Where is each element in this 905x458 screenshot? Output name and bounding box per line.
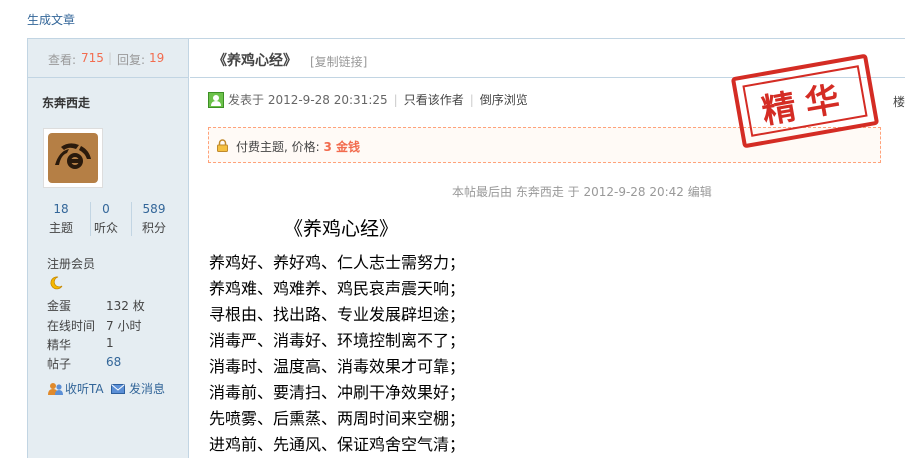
avatar[interactable]	[43, 128, 103, 188]
lock-icon	[217, 139, 228, 152]
stat-listeners-label: 听众	[93, 221, 118, 235]
digest-stamp-text: 精华	[742, 65, 868, 137]
stat-points-label: 积分	[141, 221, 166, 235]
stat-points-value: 589	[142, 202, 166, 216]
author-name[interactable]: 东奔西走	[42, 94, 90, 111]
profile-key: 精华	[47, 338, 72, 352]
edit-notice: 本帖最后由 东奔西走 于 2012-9-28 20:42 编辑	[452, 185, 712, 199]
content-line: 养鸡难、鸡难养、鸡民哀声震天响；	[209, 279, 466, 298]
post-meta: 发表于 2012-9-28 20:31:25 | 只看该作者 | 倒序浏览	[208, 91, 528, 108]
user-group[interactable]: 注册会员	[47, 255, 95, 272]
stat-topics[interactable]: 18 主题	[41, 202, 81, 236]
paid-topic-label: 付费主题, 价格:	[236, 140, 320, 154]
stat-listeners-value: 0	[102, 202, 110, 216]
reverse-order-link[interactable]: 倒序浏览	[480, 91, 528, 108]
generate-article-link[interactable]: 生成文章	[27, 11, 75, 28]
replies-count: 19	[149, 51, 165, 65]
posted-time: 发表于 2012-9-28 20:31:25	[228, 93, 388, 107]
profile-value: 132 枚	[106, 299, 145, 313]
users-icon	[48, 382, 63, 395]
envelope-icon	[111, 383, 125, 394]
content-line: 先喷雾、后熏蒸、两周时间来空棚；	[209, 409, 466, 428]
content-line: 消毒前、要清扫、冲刷干净效果好；	[209, 383, 466, 402]
paid-topic-text: 付费主题, 价格: 3 金钱	[236, 138, 360, 155]
replies-label: 回复:	[117, 53, 146, 67]
content-line: 消毒时、温度高、消毒效果才可靠；	[209, 357, 466, 376]
content-line: 养鸡好、养好鸡、仁人志士需努力；	[209, 253, 466, 272]
views-count: 715	[81, 51, 104, 65]
meta-divider: |	[393, 92, 398, 107]
send-message-button[interactable]: 发消息	[111, 380, 165, 397]
floor-label: 楼	[893, 95, 905, 109]
follow-button[interactable]: 收听TA	[47, 380, 104, 397]
follow-label: 收听TA	[65, 382, 104, 396]
content-line: 进鸡前、先通风、保证鸡舍空气清；	[209, 435, 466, 454]
profile-key: 在线时间	[47, 319, 96, 333]
author-sidebar: 查看: 715 | 回复: 19 东奔西走 18 主题 0 听众 589 积分 …	[28, 39, 189, 458]
stat-points[interactable]: 589 积分	[134, 202, 174, 236]
thread-stats: 查看: 715 | 回复: 19	[28, 39, 189, 78]
content-line: 消毒严、消毒好、环境控制离不了；	[209, 331, 466, 350]
post-title: 《养鸡心经》	[213, 53, 297, 69]
logo-icon	[55, 143, 91, 169]
stat-topics-value: 18	[53, 202, 69, 216]
stat-listeners[interactable]: 0 听众	[86, 202, 126, 236]
views-label: 查看:	[48, 53, 77, 67]
moon-icon	[50, 276, 63, 290]
stat-topics-label: 主题	[48, 221, 73, 235]
content-line: 寻根由、找出路、专业发展辟坦途；	[209, 305, 466, 324]
posts-count-link[interactable]: 68	[106, 355, 121, 369]
profile-value: 1	[106, 336, 114, 350]
paid-topic-price: 3 金钱	[323, 140, 361, 154]
divider	[131, 202, 132, 236]
message-label: 发消息	[129, 382, 166, 396]
stats-divider: |	[108, 51, 113, 65]
profile-value: 7 小时	[106, 319, 142, 333]
profile-key: 帖子	[47, 357, 72, 371]
content-title: 《养鸡心经》	[284, 218, 399, 240]
avatar-image	[48, 133, 98, 183]
meta-divider: |	[469, 92, 474, 107]
online-status-icon	[208, 91, 224, 108]
copy-link-button[interactable]: [复制链接]	[310, 53, 367, 70]
only-author-link[interactable]: 只看该作者	[404, 91, 464, 108]
profile-key: 金蛋	[47, 299, 72, 313]
